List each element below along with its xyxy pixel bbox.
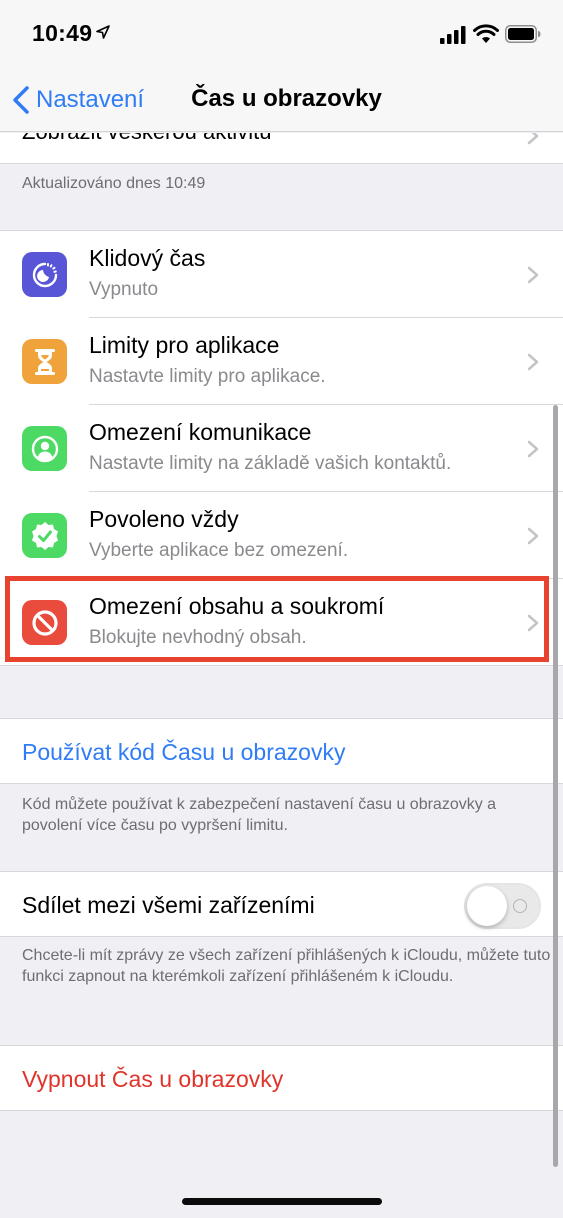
show-all-activity-row[interactable]: Zobrazit veškerou aktivitu — [0, 133, 563, 164]
downtime-title: Klidový čas — [89, 245, 206, 271]
app-limits-subtitle: Nastavte limity pro aplikace. — [89, 366, 326, 387]
status-bar: 10:49 — [0, 0, 563, 70]
communication-limits-row[interactable]: Omezení komunikace Nastavte limity na zá… — [0, 405, 563, 492]
chevron-right-icon — [527, 133, 539, 145]
always-allowed-subtitle: Vyberte aplikace bez omezení. — [89, 540, 349, 561]
turn-off-screen-time-button[interactable]: Vypnout Čas u obrazovky — [0, 1045, 563, 1111]
app-limits-title: Limity pro aplikace — [89, 332, 280, 358]
checkmark-badge-icon — [22, 513, 67, 558]
wifi-icon — [473, 24, 499, 43]
updated-timestamp: Aktualizováno dnes 10:49 — [22, 175, 206, 192]
chevron-right-icon — [527, 440, 539, 458]
use-passcode-label: Používat kód Času u obrazovky — [22, 739, 346, 765]
share-across-devices-row: Sdílet mezi všemi zařízeními — [0, 871, 563, 937]
share-across-devices-toggle[interactable] — [464, 883, 541, 929]
app-limits-row[interactable]: Limity pro aplikace Nastavte limity pro … — [0, 318, 563, 405]
navigation-bar: Nastavení Čas u obrazovky — [0, 70, 563, 132]
hourglass-icon — [22, 339, 67, 384]
cellular-signal-icon — [440, 26, 466, 44]
share-footer-note: Chcete-li mít zprávy ze všech zařízení p… — [22, 947, 551, 985]
toggle-knob — [467, 886, 507, 926]
share-across-devices-label: Sdílet mezi všemi zařízeními — [22, 892, 315, 918]
show-all-activity-label: Zobrazit veškerou aktivitu — [22, 133, 271, 145]
use-screen-time-passcode-button[interactable]: Používat kód Času u obrazovky — [0, 718, 563, 784]
scroll-indicator[interactable] — [553, 405, 558, 1167]
communication-limits-subtitle: Nastavte limity na základě vašich kontak… — [89, 453, 452, 474]
always-allowed-title: Povoleno vždy — [89, 506, 239, 532]
contact-icon — [22, 426, 67, 471]
location-arrow-icon — [96, 25, 110, 39]
always-allowed-row[interactable]: Povoleno vždy Vyberte aplikace bez omeze… — [0, 492, 563, 579]
downtime-row[interactable]: Klidový čas Vypnuto — [0, 231, 563, 318]
passcode-footer-note: Kód můžete používat k zabezpečení nastav… — [22, 796, 497, 834]
communication-limits-title: Omezení komunikace — [89, 419, 312, 445]
downtime-subtitle: Vypnuto — [89, 279, 159, 300]
chevron-right-icon — [527, 527, 539, 545]
highlight-annotation-box — [5, 576, 549, 662]
turn-off-label: Vypnout Čas u obrazovky — [22, 1066, 284, 1092]
chevron-right-icon — [527, 353, 539, 371]
home-indicator[interactable] — [182, 1198, 382, 1205]
page-title: Čas u obrazovky — [191, 85, 382, 112]
status-time: 10:49 — [32, 20, 93, 46]
toggle-off-indicator — [513, 899, 527, 913]
downtime-icon — [22, 252, 67, 297]
battery-icon — [505, 25, 541, 43]
chevron-right-icon — [527, 266, 539, 284]
